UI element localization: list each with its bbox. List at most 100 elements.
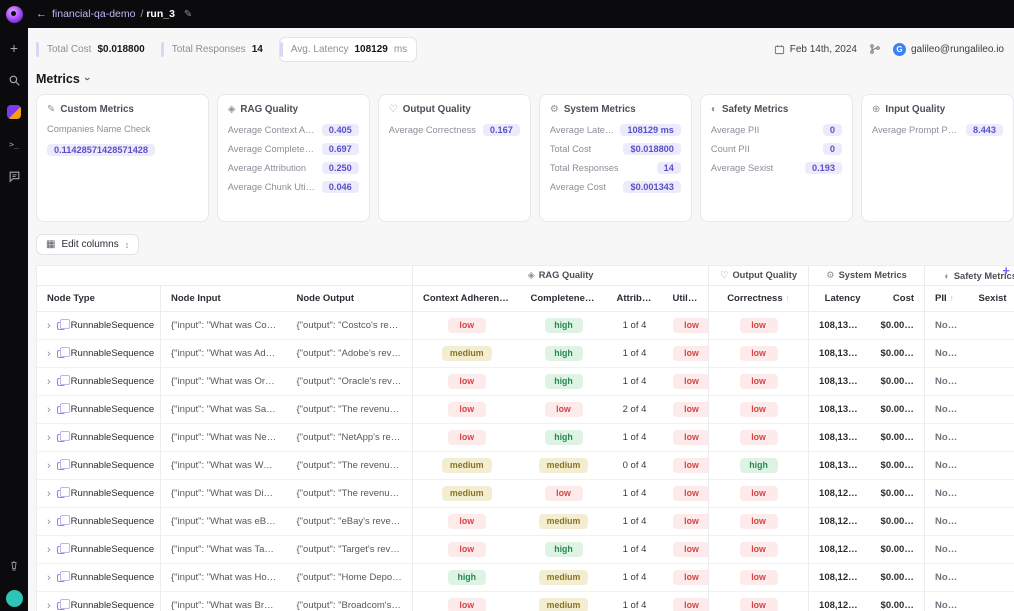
col-context-adherence[interactable]: Context Adherence↑ — [413, 286, 521, 312]
metric-card: ⊕ Input Quality Average Prompt Perplexit… — [861, 94, 1014, 222]
node-output-cell[interactable]: {"output": "NetApp's revenue in... — [287, 424, 413, 452]
expand-row-chevron-icon[interactable]: › — [47, 460, 51, 472]
modules-icon[interactable] — [6, 104, 22, 120]
back-arrow-icon[interactable]: ← — [36, 8, 47, 20]
node-output-cell[interactable]: {"output": "Target's revenue in ... — [287, 536, 413, 564]
table-row[interactable]: › RunnableSequence {"input": "What was C… — [37, 312, 1014, 340]
expand-row-chevron-icon[interactable]: › — [47, 544, 51, 556]
col-latency[interactable]: Latency — [809, 286, 871, 312]
node-input-cell[interactable]: {"input": "What was Costco's re... — [161, 312, 287, 340]
node-output-cell[interactable]: {"output": "The revenue for Wal... — [287, 452, 413, 480]
sexist-cell — [969, 452, 1014, 480]
table-row[interactable]: › RunnableSequence {"input": "What was D… — [37, 480, 1014, 508]
stat-accent-bar — [161, 42, 164, 57]
col-utilization[interactable]: Utilization — [663, 286, 709, 312]
node-type-cell: › RunnableSequence — [37, 508, 161, 536]
node-input-cell[interactable]: {"input": "What was Disney's re... — [161, 480, 287, 508]
low-rating-badge: low — [673, 458, 709, 473]
sort-icon[interactable]: ↑ — [598, 293, 602, 303]
expand-row-chevron-icon[interactable]: › — [47, 348, 51, 360]
sexist-cell — [969, 480, 1014, 508]
node-input-cell[interactable]: {"input": "What was Salesforce'... — [161, 396, 287, 424]
cost-cell: $0.0014 — [871, 312, 925, 340]
node-input-cell[interactable]: {"input": "What was eBay's rev... — [161, 508, 287, 536]
col-node-type[interactable]: Node Type — [37, 286, 161, 312]
run-stats-bar: Total Cost $0.018800 Total Responses 14 … — [36, 36, 1014, 62]
table-row[interactable]: › RunnableSequence {"input": "What was N… — [37, 424, 1014, 452]
expand-row-chevron-icon[interactable]: › — [47, 488, 51, 500]
expand-row-chevron-icon[interactable]: › — [47, 600, 51, 611]
expand-row-chevron-icon[interactable]: › — [47, 572, 51, 584]
node-input-cell[interactable]: {"input": "What was Adobe's re... — [161, 340, 287, 368]
col-node-output[interactable]: Node Output — [287, 286, 413, 312]
table-row[interactable]: › RunnableSequence {"input": "What was H… — [37, 564, 1014, 592]
feedback-icon[interactable] — [6, 168, 22, 184]
expand-row-chevron-icon[interactable]: › — [47, 376, 51, 388]
breadcrumb-project[interactable]: financial-qa-demo — [52, 8, 135, 20]
lamp-icon[interactable] — [6, 558, 22, 574]
attribution-cell: 2 of 4 — [607, 396, 663, 424]
console-icon[interactable]: >_ — [6, 136, 22, 152]
expand-row-chevron-icon[interactable]: › — [47, 404, 51, 416]
edit-run-name-icon[interactable]: ✎ — [184, 9, 192, 20]
metric-card-body: Average Latency108129 msTotal Cost$0.018… — [550, 124, 681, 193]
node-input-cell[interactable]: {"input": "What was Oracle's re... — [161, 368, 287, 396]
node-input-cell[interactable]: {"input": "What was Target's re... — [161, 536, 287, 564]
metric-card: ◐ Safety Metrics Average PII0Count PII0A… — [700, 94, 853, 222]
expand-row-chevron-icon[interactable]: › — [47, 320, 51, 332]
node-output-cell[interactable]: {"output": "The revenue for Sal... — [287, 396, 413, 424]
node-output-cell[interactable]: {"output": "Adobe's revenue in ... — [287, 340, 413, 368]
table-row[interactable]: › RunnableSequence {"input": "What was O… — [37, 368, 1014, 396]
table-row[interactable]: › RunnableSequence {"input": "What was A… — [37, 340, 1014, 368]
col-correctness[interactable]: Correctness↑ — [709, 286, 809, 312]
sort-icon[interactable]: ↑ — [786, 293, 790, 303]
table-row[interactable]: › RunnableSequence {"input": "What was B… — [37, 592, 1014, 611]
table-row[interactable]: › RunnableSequence {"input": "What was T… — [37, 536, 1014, 564]
col-node-input[interactable]: Node Input — [161, 286, 287, 312]
sequence-icon — [57, 546, 65, 554]
node-input-cell[interactable]: {"input": "What was Broadcom'... — [161, 592, 287, 611]
metrics-section-toggle[interactable]: Metrics › — [36, 72, 1014, 86]
node-input-cell[interactable]: {"input": "What was NetApp's r... — [161, 424, 287, 452]
help-bubble-button[interactable] — [6, 590, 23, 607]
node-input-cell[interactable]: {"input": "What was Walmart's r... — [161, 452, 287, 480]
compare-runs-icon[interactable] — [869, 43, 881, 55]
table-row[interactable]: › RunnableSequence {"input": "What was e… — [37, 508, 1014, 536]
col-pii[interactable]: PII↑ — [925, 286, 969, 312]
account-menu[interactable]: G galileo@rungalileo.io — [893, 43, 1004, 56]
low-rating-badge: low — [448, 598, 486, 611]
node-output-cell[interactable]: {"output": "Costco's revenue in ... — [287, 312, 413, 340]
new-project-icon[interactable]: + — [6, 40, 22, 56]
sequence-icon — [57, 574, 65, 582]
col-completeness[interactable]: Completeness↑ — [521, 286, 607, 312]
cost-cell: $0.0014 — [871, 480, 925, 508]
sort-icon[interactable]: ↑ — [950, 293, 954, 303]
topbar: ← financial-qa-demo / run_3 ✎ — [0, 0, 1014, 28]
node-output-cell[interactable]: {"output": "eBay's revenue in Q... — [287, 508, 413, 536]
node-output-cell[interactable]: {"output": "The revenue for Dis... — [287, 480, 413, 508]
expand-row-chevron-icon[interactable]: › — [47, 432, 51, 444]
table-row[interactable]: › RunnableSequence {"input": "What was W… — [37, 452, 1014, 480]
stat-value: $0.018800 — [97, 44, 144, 55]
search-icon[interactable] — [6, 72, 22, 88]
correctness-cell: low — [709, 424, 809, 452]
add-column-button[interactable]: + — [1002, 263, 1010, 278]
pii-cell: None — [925, 340, 969, 368]
edit-columns-button[interactable]: ▦ Edit columns ↕ — [36, 234, 139, 255]
sequence-icon — [57, 602, 65, 610]
node-output-cell[interactable]: {"output": "Broadcom's revenu... — [287, 592, 413, 611]
run-date: Feb 14th, 2024 — [774, 44, 857, 55]
node-input-cell[interactable]: {"input": "What was Home Dep... — [161, 564, 287, 592]
sort-icon[interactable]: ↑ — [513, 293, 517, 303]
metric-label: Average Correctness — [389, 125, 476, 135]
node-output-cell[interactable]: {"output": "Oracle's revenue in ... — [287, 368, 413, 396]
sexist-cell — [969, 508, 1014, 536]
table-row[interactable]: › RunnableSequence {"input": "What was S… — [37, 396, 1014, 424]
col-sexist[interactable]: Sexist — [969, 286, 1014, 312]
sequence-icon — [57, 350, 65, 358]
expand-row-chevron-icon[interactable]: › — [47, 516, 51, 528]
col-cost[interactable]: Cost — [871, 286, 925, 312]
app-logo[interactable] — [0, 6, 28, 23]
col-attribution[interactable]: Attribution — [607, 286, 663, 312]
node-output-cell[interactable]: {"output": "Home Depot's reve... — [287, 564, 413, 592]
